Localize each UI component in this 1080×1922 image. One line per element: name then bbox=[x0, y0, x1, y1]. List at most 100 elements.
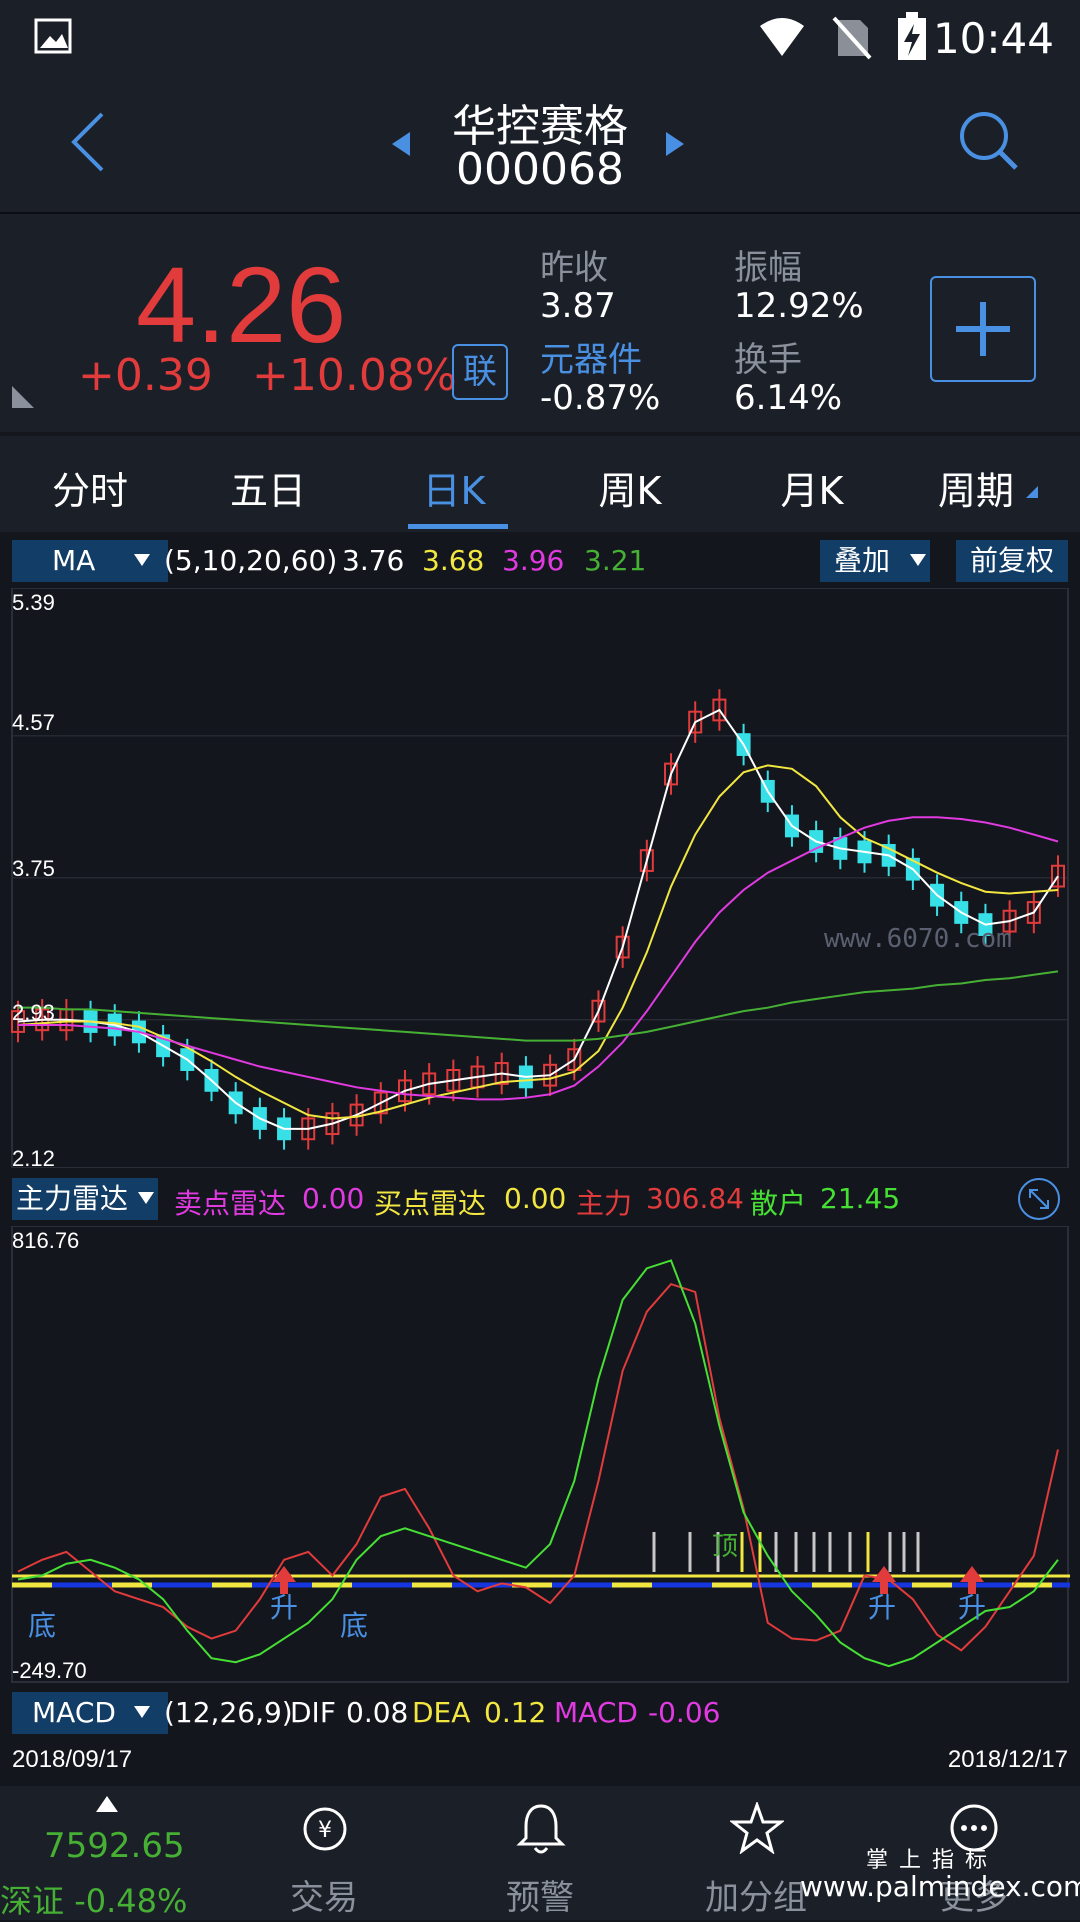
rise-arrow-icon bbox=[872, 1566, 896, 1582]
tab-daily-k[interactable]: 日K bbox=[384, 460, 524, 515]
date-start: 2018/09/17 bbox=[12, 1746, 133, 1773]
radar-mark-rise-2: 升 bbox=[868, 1591, 897, 1624]
overlay-dropdown[interactable]: 叠加 bbox=[820, 540, 930, 582]
radar-lines bbox=[17, 1259, 1059, 1668]
overlay-label: 叠加 bbox=[834, 544, 891, 577]
dropdown-arrow-icon bbox=[910, 554, 926, 566]
price-adjust-button[interactable]: 前复权 bbox=[956, 540, 1068, 582]
ma10-value: 3.68 bbox=[422, 544, 485, 577]
ma-params: (5,10,20,60) bbox=[164, 544, 338, 577]
next-stock-arrow-icon[interactable] bbox=[664, 130, 686, 158]
kline-chart[interactable] bbox=[0, 588, 1080, 1168]
rise-arrow-icon bbox=[960, 1566, 984, 1582]
macd-indicator-bar: MACD (12,26,9) DIF 0.08 DEA 0.12 MACD -0… bbox=[12, 1690, 1068, 1736]
buy-radar-value: 0.00 bbox=[504, 1182, 567, 1215]
add-watchlist-button[interactable] bbox=[930, 276, 1036, 382]
price-axis-4: 2.93 bbox=[12, 1000, 55, 1025]
dropdown-arrow-icon bbox=[134, 1706, 150, 1718]
search-icon[interactable] bbox=[958, 110, 1020, 174]
kline-candles bbox=[11, 689, 1065, 1150]
nav-alert[interactable]: 预警 bbox=[470, 1786, 610, 1920]
tab-intraday[interactable]: 分时 bbox=[20, 460, 160, 515]
tab-monthly-k[interactable]: 月K bbox=[742, 460, 882, 515]
plus-icon bbox=[956, 302, 1010, 356]
radar-axis-top: 816.76 bbox=[12, 1228, 80, 1253]
dea-label: DEA bbox=[412, 1696, 471, 1729]
price-adjust-label: 前复权 bbox=[970, 544, 1055, 577]
tab-weekly-k[interactable]: 周K bbox=[560, 460, 700, 515]
nav-trade-label: 交易 bbox=[290, 1878, 358, 1918]
retail-value: 21.45 bbox=[820, 1182, 901, 1215]
radar-mark-bottom-2: 底 bbox=[340, 1609, 369, 1642]
retail-label: 散户 bbox=[750, 1187, 807, 1220]
linked-button[interactable]: 联 bbox=[452, 344, 508, 400]
radar-dropdown[interactable]: 主力雷达 bbox=[12, 1178, 158, 1220]
up-triangle-icon bbox=[96, 1796, 118, 1812]
price-change-pct: +10.08% bbox=[252, 350, 457, 401]
amplitude-label: 振幅 bbox=[734, 248, 802, 288]
ma-dropdown[interactable]: MA bbox=[12, 540, 168, 582]
kline-ma-lines bbox=[17, 708, 1059, 1130]
dropdown-arrow-icon bbox=[138, 1192, 154, 1204]
radar-mark-rise-3: 升 bbox=[958, 1591, 987, 1624]
turnover-value: 6.14% bbox=[734, 378, 843, 418]
sector-label[interactable]: 元器件 bbox=[540, 332, 642, 381]
expand-icon[interactable] bbox=[1016, 1176, 1062, 1222]
index-value: 7592.65 bbox=[44, 1826, 185, 1866]
ma60-value: 3.21 bbox=[584, 544, 647, 577]
radar-mark-bottom-1: 底 bbox=[28, 1609, 57, 1642]
macd-params: (12,26,9) bbox=[164, 1696, 293, 1729]
radar-signal-bars bbox=[652, 1532, 920, 1572]
dea-value: 0.12 bbox=[484, 1696, 547, 1729]
main-force-value: 306.84 bbox=[646, 1182, 744, 1215]
price-change: +0.39 bbox=[78, 350, 213, 401]
ma-dropdown-label: MA bbox=[52, 544, 96, 577]
macd-dropdown-label: MACD bbox=[32, 1696, 116, 1729]
prev-close-label: 昨收 bbox=[540, 248, 608, 288]
current-price: 4.26 bbox=[136, 244, 347, 365]
price-axis-3: 3.75 bbox=[12, 856, 55, 881]
date-end: 2018/12/17 bbox=[947, 1746, 1068, 1773]
chart-watermark: www.6070.com bbox=[824, 924, 1012, 954]
ma-line-ma60 bbox=[18, 970, 1059, 1042]
gallery-notification-icon bbox=[34, 18, 72, 54]
svg-text:¥: ¥ bbox=[318, 1818, 332, 1843]
active-tab-underline bbox=[408, 524, 508, 529]
macd-label: MACD bbox=[554, 1696, 638, 1729]
sell-radar-label: 卖点雷达 bbox=[174, 1187, 287, 1220]
buy-radar-label: 买点雷达 bbox=[374, 1187, 487, 1220]
sector-value: -0.87% bbox=[540, 378, 661, 418]
nav-alert-label: 预警 bbox=[506, 1878, 574, 1918]
corner-triangle-icon bbox=[12, 386, 34, 408]
app-header: 华控赛格 000068 bbox=[0, 80, 1080, 214]
retail-line bbox=[17, 1259, 1059, 1668]
radar-indicator-bar: 主力雷达 卖点雷达 0.00 买点雷达 0.00 主力 306.84 散户 21… bbox=[12, 1176, 1068, 1222]
main-force-label: 主力 bbox=[576, 1187, 633, 1220]
dif-label: DIF bbox=[290, 1696, 336, 1729]
ma-line-ma5 bbox=[17, 708, 1059, 1130]
ma-indicator-bar: MA (5,10,20,60) 3.76 3.68 3.96 3.21 叠加 前… bbox=[12, 538, 1068, 584]
status-time: 10:44 bbox=[932, 14, 1054, 63]
nav-trade[interactable]: ¥ 交易 bbox=[254, 1786, 394, 1920]
radar-mark-top: 顶 bbox=[712, 1532, 739, 1562]
period-dropdown-icon bbox=[1026, 486, 1038, 498]
macd-dropdown[interactable]: MACD bbox=[12, 1692, 168, 1734]
date-range-bar: 2018/09/17 2018/12/17 bbox=[0, 1738, 1080, 1784]
price-axis-top: 5.39 bbox=[12, 590, 55, 615]
no-signal-icon bbox=[832, 16, 872, 60]
macd-value: -0.06 bbox=[648, 1696, 721, 1729]
ma5-value: 3.76 bbox=[342, 544, 405, 577]
stock-code: 000068 bbox=[456, 144, 624, 195]
dropdown-arrow-icon bbox=[134, 554, 150, 566]
index-line: 深证 -0.48% bbox=[0, 1876, 187, 1922]
radar-chart[interactable] bbox=[0, 1226, 1080, 1686]
trade-yen-icon: ¥ bbox=[303, 1807, 347, 1851]
ma-line-ma20 bbox=[18, 816, 1059, 1101]
quote-panel: 4.26 +0.39 +10.08% 联 昨收 3.87 元器件 -0.87% … bbox=[0, 214, 1080, 432]
star-icon bbox=[730, 1802, 784, 1854]
dif-value: 0.08 bbox=[346, 1696, 409, 1729]
tab-five-day[interactable]: 五日 bbox=[198, 460, 338, 515]
turnover-label: 换手 bbox=[734, 340, 802, 380]
bell-icon bbox=[516, 1804, 566, 1854]
index-ticker[interactable]: 7592.65 深证 -0.48% bbox=[0, 1786, 214, 1920]
